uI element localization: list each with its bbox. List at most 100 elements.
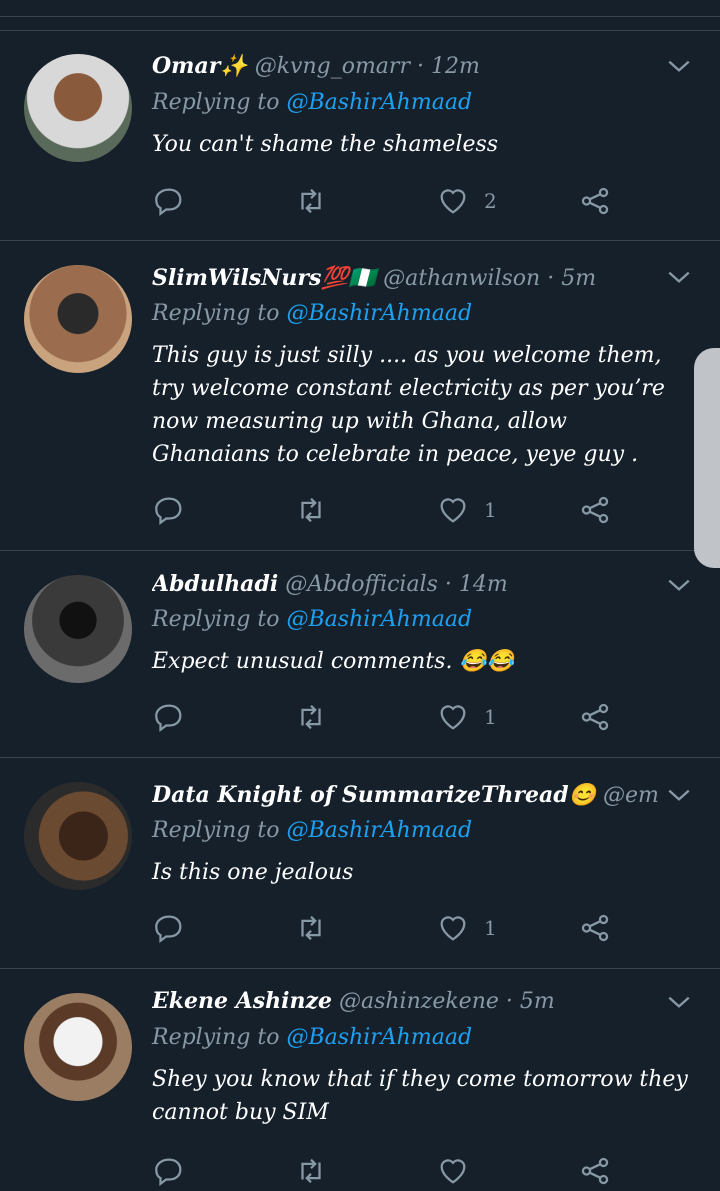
reply-icon <box>155 704 182 733</box>
user-handle[interactable]: @ashinzekene <box>339 989 499 1014</box>
like-icon <box>440 1159 466 1184</box>
share-icon <box>581 1157 609 1185</box>
retweet-button[interactable] <box>294 908 328 948</box>
reply-icon <box>155 497 182 526</box>
tweet-reply[interactable]: Abdulhadi @Abdofficials · 14m Replying t… <box>0 551 720 758</box>
replying-to: Replying to @BashirAhmaad <box>152 90 472 115</box>
avatar[interactable] <box>24 265 132 373</box>
divider <box>0 16 720 17</box>
mention-link[interactable]: @BashirAhmaad <box>287 818 473 843</box>
like-button[interactable]: 1 <box>436 908 497 948</box>
separator-dot: · <box>547 266 555 291</box>
tweet-reply[interactable]: SlimWilsNurs💯🇳🇬 @athanwilson · 5m Replyi… <box>0 241 720 551</box>
share-button[interactable] <box>578 490 612 530</box>
replying-to: Replying to @BashirAhmaad <box>152 818 472 843</box>
reply-button[interactable] <box>152 1151 186 1191</box>
replying-label: Replying to <box>152 818 287 843</box>
share-icon <box>581 914 609 942</box>
user-handle[interactable]: @Abdofficials <box>285 572 438 597</box>
tweet-text: You can't shame the shameless <box>152 132 499 157</box>
share-button[interactable] <box>578 181 612 221</box>
share-icon <box>581 703 609 731</box>
like-icon <box>440 498 466 523</box>
chevron-down-icon[interactable] <box>666 572 692 598</box>
mention-link[interactable]: @BashirAhmaad <box>287 607 473 632</box>
like-count: 1 <box>484 916 497 940</box>
tweet-actions: 1 <box>152 697 660 737</box>
avatar[interactable] <box>24 782 132 890</box>
share-icon <box>581 496 609 524</box>
tweet-text: Expect unusual comments. 😂😂 <box>152 649 515 674</box>
tweet-actions: 1 <box>152 490 660 530</box>
user-name[interactable]: Ekene Ashinze <box>152 988 332 1014</box>
like-icon <box>440 705 466 730</box>
chevron-down-icon[interactable] <box>666 989 692 1015</box>
avatar[interactable] <box>24 54 132 162</box>
mention-link[interactable]: @BashirAhmaad <box>287 90 473 115</box>
tweet-reply[interactable]: Omar✨ @kvng_omarr · 12m Replying to @Bas… <box>0 31 720 241</box>
like-button[interactable]: 2 <box>436 181 497 221</box>
reply-icon <box>155 915 182 944</box>
like-icon <box>440 189 466 214</box>
avatar[interactable] <box>24 575 132 683</box>
mention-link[interactable]: @BashirAhmaad <box>287 1025 473 1050</box>
like-button[interactable]: 1 <box>436 697 497 737</box>
share-button[interactable] <box>578 908 612 948</box>
chevron-down-icon[interactable] <box>666 782 692 808</box>
retweet-icon <box>301 188 321 214</box>
like-count: 1 <box>484 498 497 522</box>
user-handle[interactable]: @kvng_omarr <box>255 54 410 79</box>
reply-icon <box>155 188 182 217</box>
timestamp[interactable]: 5m <box>561 266 596 291</box>
tweet-text: Shey you know that if they come tomorrow… <box>152 1067 688 1125</box>
reply-button[interactable] <box>152 490 186 530</box>
timestamp[interactable]: 5m <box>520 989 555 1014</box>
share-icon <box>581 187 609 215</box>
tweet-text: Is this one jealous <box>152 860 354 885</box>
like-button[interactable]: 1 <box>436 490 497 530</box>
retweet-icon <box>301 497 321 523</box>
replying-to: Replying to @BashirAhmaad <box>152 1025 472 1050</box>
previous-tweet-edge <box>0 0 720 32</box>
chevron-down-icon[interactable] <box>666 53 692 79</box>
retweet-button[interactable] <box>294 490 328 530</box>
replying-label: Replying to <box>152 607 287 632</box>
timestamp[interactable]: 12m <box>431 54 480 79</box>
user-name[interactable]: SlimWilsNurs💯🇳🇬 <box>152 265 376 291</box>
tweet-actions: 1 <box>152 908 660 948</box>
tweet-reply[interactable]: Ekene Ashinze @ashinzekene · 5m Replying… <box>0 969 720 1187</box>
user-name[interactable]: Data Knight of SummarizeThread😊 <box>152 782 596 808</box>
replying-label: Replying to <box>152 301 287 326</box>
replying-to: Replying to @BashirAhmaad <box>152 301 472 326</box>
like-count: 1 <box>484 705 497 729</box>
user-handle[interactable]: @em... <box>603 783 660 808</box>
reply-icon <box>155 1158 182 1187</box>
user-handle[interactable]: @athanwilson <box>383 266 540 291</box>
replying-label: Replying to <box>152 90 287 115</box>
separator-dot: · <box>505 989 513 1014</box>
avatar[interactable] <box>24 993 132 1101</box>
reply-button[interactable] <box>152 181 186 221</box>
user-name[interactable]: Abdulhadi <box>152 571 278 597</box>
share-button[interactable] <box>578 1151 612 1191</box>
reply-button[interactable] <box>152 697 186 737</box>
separator-dot: · <box>444 572 452 597</box>
like-button[interactable] <box>436 1151 484 1191</box>
replying-to: Replying to @BashirAhmaad <box>152 607 472 632</box>
tweet-reply[interactable]: Data Knight of SummarizeThread😊 @em... ·… <box>0 758 720 969</box>
retweet-button[interactable] <box>294 181 328 221</box>
reply-button[interactable] <box>152 908 186 948</box>
chevron-down-icon[interactable] <box>666 264 692 290</box>
mention-link[interactable]: @BashirAhmaad <box>287 301 473 326</box>
share-button[interactable] <box>578 697 612 737</box>
tweet-text: This guy is just silly .... as you welco… <box>152 343 665 467</box>
user-name[interactable]: Omar✨ <box>152 53 248 79</box>
tweet-actions: 2 <box>152 181 660 221</box>
like-count: 2 <box>484 189 497 213</box>
tweet-actions <box>152 1151 660 1191</box>
retweet-button[interactable] <box>294 1151 328 1191</box>
timestamp[interactable]: 14m <box>459 572 508 597</box>
retweet-icon <box>301 915 321 941</box>
retweet-button[interactable] <box>294 697 328 737</box>
scrollbar-thumb[interactable] <box>694 348 720 568</box>
